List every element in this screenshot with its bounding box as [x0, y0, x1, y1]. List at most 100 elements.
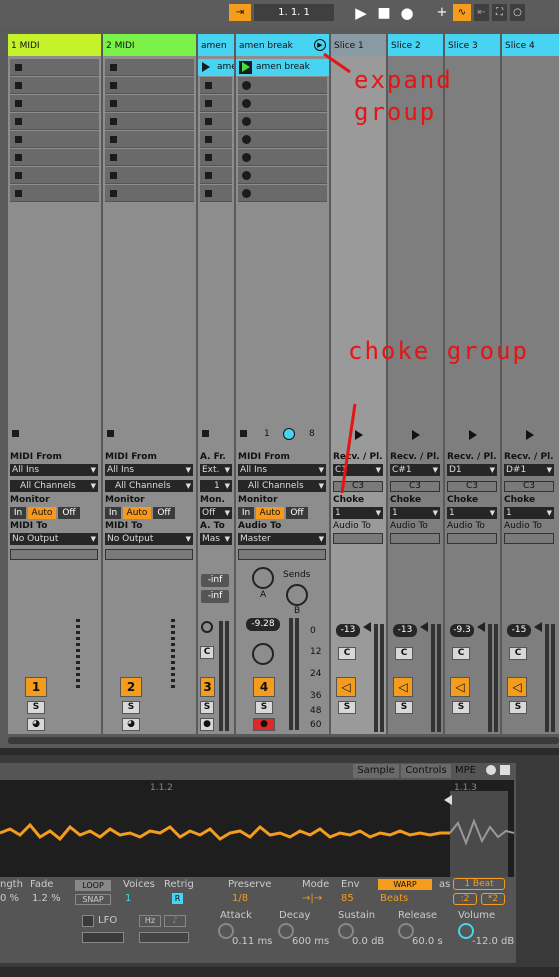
- midi-from-select[interactable]: All Ins: [10, 464, 98, 476]
- play-icon[interactable]: ▶: [351, 4, 371, 22]
- midi-channel-select[interactable]: All Channels: [10, 480, 98, 492]
- capture-icon[interactable]: ⛶: [492, 4, 507, 21]
- midi-to-select[interactable]: No Output: [10, 533, 98, 545]
- stop-slot-icon[interactable]: [205, 82, 212, 89]
- solo-button[interactable]: S: [338, 701, 356, 714]
- midi-to-channel[interactable]: [10, 549, 98, 560]
- play-note-box[interactable]: C3: [447, 481, 497, 492]
- fade-value[interactable]: 1.2 %: [32, 893, 61, 904]
- record-slot-icon[interactable]: [242, 153, 251, 162]
- stop-clips-button[interactable]: [240, 430, 247, 437]
- stop-slot-icon[interactable]: [15, 136, 22, 143]
- attack-value[interactable]: 0.11 ms: [232, 936, 272, 947]
- follow-icon[interactable]: ⇥: [229, 4, 251, 21]
- stop-slot-icon[interactable]: [110, 82, 117, 89]
- add-icon[interactable]: +: [434, 4, 450, 21]
- monitor-off-button[interactable]: Off: [153, 507, 175, 519]
- track-header[interactable]: 1 MIDI: [8, 34, 101, 56]
- stop-slot-icon[interactable]: [15, 190, 22, 197]
- loop-button[interactable]: LOOP: [75, 880, 111, 891]
- track-header[interactable]: amen: [198, 34, 234, 56]
- warp-button[interactable]: WARP: [378, 879, 432, 890]
- volume-value[interactable]: -13: [336, 624, 360, 637]
- track-activator[interactable]: 1: [25, 677, 47, 697]
- audio-to-select[interactable]: Mas: [200, 533, 232, 545]
- stop-slot-icon[interactable]: [15, 172, 22, 179]
- track-activator[interactable]: 3: [200, 677, 215, 697]
- midi-from-select[interactable]: All Ins: [238, 464, 326, 476]
- solo-button[interactable]: S: [200, 701, 214, 714]
- voices-select[interactable]: 1: [125, 893, 131, 904]
- solo-button[interactable]: S: [452, 701, 470, 714]
- clip-amen-break[interactable]: amen break: [236, 59, 329, 76]
- crossfade-button[interactable]: C: [509, 647, 527, 660]
- speaker-icon[interactable]: ◁: [393, 677, 413, 697]
- midi-to-channel[interactable]: [105, 549, 193, 560]
- send-b-knob-icon[interactable]: [286, 584, 308, 606]
- solo-button[interactable]: S: [395, 701, 413, 714]
- pan-knob-icon[interactable]: [201, 621, 213, 633]
- stop-slot-icon[interactable]: [110, 136, 117, 143]
- track-activator[interactable]: 4: [253, 677, 275, 697]
- note-icon[interactable]: ♪: [164, 915, 186, 927]
- midi-to-select[interactable]: No Output: [105, 533, 193, 545]
- stop-slot-icon[interactable]: [110, 118, 117, 125]
- play-slice-icon[interactable]: [412, 430, 420, 440]
- receive-note-select[interactable]: C#1: [390, 464, 440, 476]
- loop-end-marker-icon[interactable]: [444, 795, 452, 805]
- monitor-in-button[interactable]: In: [10, 507, 26, 519]
- back-icon[interactable]: ⇤: [474, 4, 489, 21]
- audio-to-box[interactable]: [447, 533, 497, 544]
- monitor-off-button[interactable]: Off: [286, 507, 308, 519]
- arm-button[interactable]: ◕: [122, 718, 140, 731]
- track-activator[interactable]: 2: [120, 677, 142, 697]
- clip-play-icon[interactable]: [202, 62, 210, 72]
- play-slice-icon[interactable]: [526, 430, 534, 440]
- volume-value[interactable]: -9.28: [246, 618, 280, 631]
- mode-select[interactable]: →|→: [302, 893, 322, 904]
- lfo-toggle[interactable]: [82, 915, 94, 927]
- crossfade-button[interactable]: C: [338, 647, 356, 660]
- half-button[interactable]: :2: [453, 893, 477, 905]
- automation-icon[interactable]: ∿: [453, 4, 471, 21]
- speaker-icon[interactable]: ◁: [336, 677, 356, 697]
- choke-select[interactable]: 1: [504, 507, 554, 519]
- solo-button[interactable]: S: [27, 701, 45, 714]
- tab-controls[interactable]: Controls: [401, 764, 451, 778]
- audio-from-select[interactable]: Ext.: [200, 464, 232, 476]
- audio-channel-select[interactable]: 1: [200, 480, 232, 492]
- double-button[interactable]: *2: [481, 893, 505, 905]
- send-a-value[interactable]: -inf: [201, 574, 229, 587]
- monitor-auto-button[interactable]: Auto: [28, 507, 56, 519]
- speaker-icon[interactable]: ◁: [450, 677, 470, 697]
- midi-channel-select[interactable]: All Channels: [105, 480, 193, 492]
- stop-slot-icon[interactable]: [15, 100, 22, 107]
- solo-button[interactable]: S: [255, 701, 273, 714]
- chain-toggle-icon[interactable]: [283, 428, 295, 440]
- tab-mpe[interactable]: MPE: [455, 764, 481, 778]
- length-value[interactable]: 0 %: [0, 893, 19, 904]
- volume-value[interactable]: -15: [507, 624, 531, 637]
- stop-slot-icon[interactable]: [110, 100, 117, 107]
- midi-from-select[interactable]: All Ins: [105, 464, 193, 476]
- horizontal-scrollbar[interactable]: [8, 737, 559, 744]
- fader-icon[interactable]: [477, 622, 485, 632]
- audio-to-select[interactable]: Master: [238, 533, 326, 545]
- solo-button[interactable]: S: [122, 701, 140, 714]
- stop-clips-button[interactable]: [202, 430, 209, 437]
- record-slot-icon[interactable]: [242, 135, 251, 144]
- audio-to-box[interactable]: [504, 533, 554, 544]
- record-slot-icon[interactable]: [242, 117, 251, 126]
- stop-slot-icon[interactable]: [205, 190, 212, 197]
- stop-icon[interactable]: ■: [375, 4, 393, 21]
- loop-icon[interactable]: ○: [510, 4, 525, 21]
- midi-channel-select[interactable]: All Channels: [238, 480, 326, 492]
- track-header[interactable]: Slice 3: [445, 34, 500, 56]
- release-value[interactable]: 60.0 s: [412, 936, 443, 947]
- monitor-in-button[interactable]: In: [238, 507, 254, 519]
- stop-slot-icon[interactable]: [205, 172, 212, 179]
- decay-value[interactable]: 600 ms: [292, 936, 329, 947]
- stop-slot-icon[interactable]: [110, 172, 117, 179]
- clip-play-icon[interactable]: [242, 62, 250, 72]
- audio-to-channel[interactable]: [238, 549, 326, 560]
